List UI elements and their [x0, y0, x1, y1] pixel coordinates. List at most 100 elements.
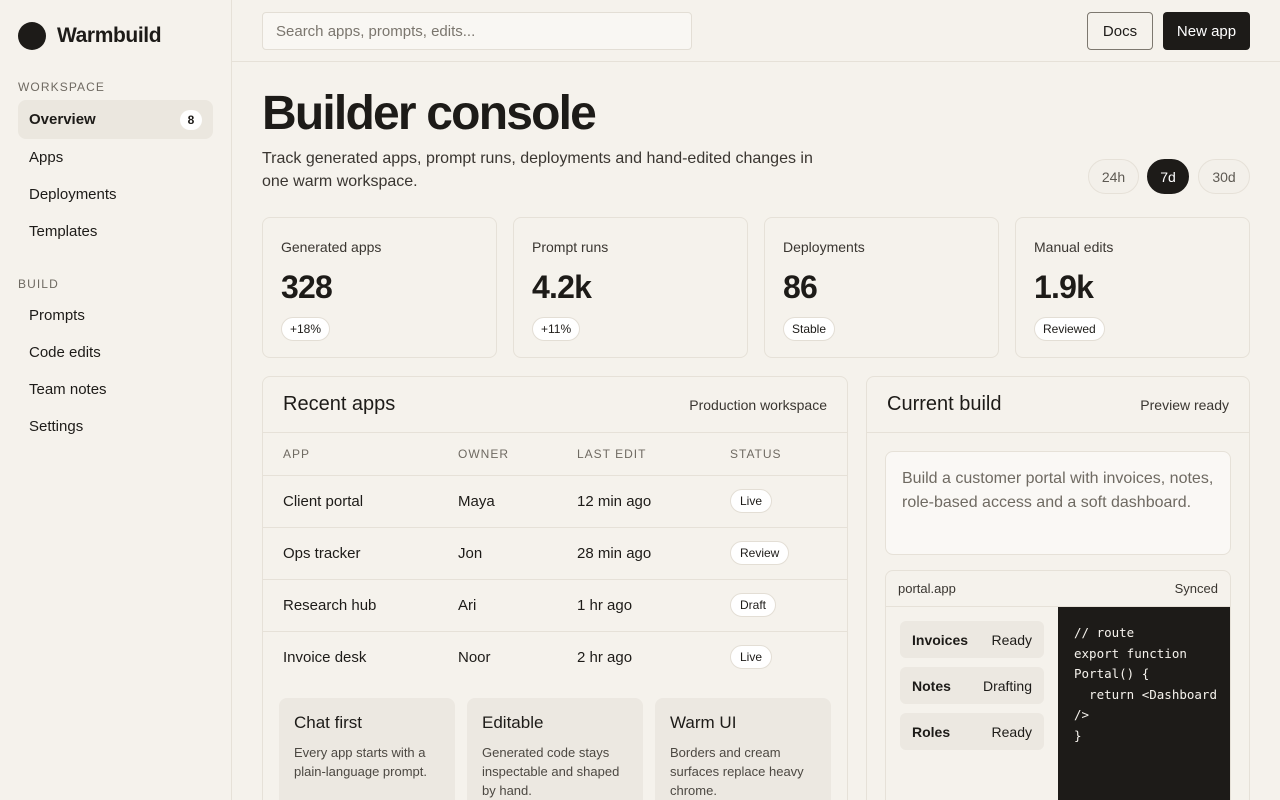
app-name-cell: Ops tracker	[263, 527, 458, 580]
app-preview: portal.app Synced Invoices Ready Notes D…	[885, 570, 1231, 800]
route-name: Invoices	[912, 631, 969, 648]
stat-badge: +18%	[281, 317, 331, 341]
page-title: Builder console	[262, 87, 597, 140]
sidebar-item-label: Apps	[29, 149, 64, 166]
last-edit-cell: 2 hr ago	[577, 648, 633, 666]
current-build-header: Current build Preview ready	[867, 377, 1249, 433]
column-header-app: App	[263, 433, 458, 476]
sidebar-item-team-notes[interactable]: Team notes	[18, 371, 213, 408]
feature-card-chat-first: Chat first Every app starts with a plain…	[279, 698, 455, 800]
column-header-status: Status	[730, 433, 847, 476]
range-7d-button[interactable]: 7d	[1147, 159, 1189, 194]
new-app-button[interactable]: New app	[1163, 12, 1250, 50]
status-badge: Review	[730, 541, 790, 565]
route-item-notes[interactable]: Notes Drafting	[900, 667, 1044, 704]
range-24h-button[interactable]: 24h	[1088, 159, 1139, 194]
sidebar-item-templates[interactable]: Templates	[18, 213, 213, 250]
app-name-cell: Research hub	[263, 579, 458, 632]
owner-cell: Ari	[458, 579, 577, 632]
stat-badge: +11%	[532, 317, 581, 341]
preview-header: portal.app Synced	[886, 571, 1230, 607]
sidebar-item-settings[interactable]: Settings	[18, 408, 213, 445]
sidebar-item-label: Settings	[29, 418, 84, 435]
stat-card-manual-edits: Manual edits 1.9k Reviewed	[1015, 217, 1250, 358]
column-header-last-edit: Last edit	[577, 433, 730, 476]
sidebar-item-overview[interactable]: Overview 8	[18, 100, 213, 139]
recent-apps-header: Recent apps Production workspace	[263, 377, 847, 433]
feature-card-editable: Editable Generated code stays inspectabl…	[467, 698, 643, 800]
app-name-cell: Client portal	[263, 475, 458, 528]
status-cell: Live	[730, 631, 847, 683]
sidebar-item-prompts[interactable]: Prompts	[18, 297, 213, 334]
stat-label: Prompt runs	[532, 239, 609, 255]
status-cell: Live	[730, 475, 847, 528]
stat-label: Deployments	[783, 239, 865, 255]
sidebar-item-label: Templates	[29, 223, 98, 240]
owner-cell: Noor	[458, 648, 491, 666]
feature-body: Generated code stays inspectable and sha…	[482, 745, 620, 798]
last-edit-cell: 28 min ago	[577, 527, 730, 580]
route-item-invoices[interactable]: Invoices Ready	[900, 621, 1044, 658]
status-cell: Review	[730, 527, 847, 580]
current-build-meta: Preview ready	[1140, 396, 1229, 413]
page-subtitle: Track generated apps, prompt runs, deplo…	[262, 150, 813, 190]
owner-cell: Maya	[458, 475, 577, 528]
column-header-owner: Owner	[458, 433, 577, 476]
route-status: Drafting	[982, 677, 1032, 694]
current-build-title: Current build	[887, 393, 1002, 415]
sidebar: Warmbuild Workspace Overview 8 Apps Depl…	[0, 0, 232, 800]
last-edit-cell: 1 hr ago	[577, 579, 730, 632]
sidebar-item-deployments[interactable]: Deployments	[18, 176, 213, 213]
build-prompt-text[interactable]: Build a customer portal with invoices, n…	[885, 451, 1231, 555]
app-name-cell: Invoice desk	[283, 648, 367, 666]
feature-title: Warm UI	[670, 713, 737, 732]
status-cell: Draft	[730, 579, 847, 632]
stat-value: 4.2k	[532, 269, 592, 305]
recent-apps-meta: Production workspace	[689, 396, 827, 413]
stat-value: 328	[281, 269, 333, 305]
stat-card-generated-apps: Generated apps 328 +18%	[262, 217, 497, 358]
stat-label: Manual edits	[1034, 239, 1114, 255]
code-preview: // route export function Portal() { retu…	[1058, 607, 1230, 800]
table-row[interactable]: Invoice desk Noor 2 hr ago Live	[263, 631, 847, 683]
sidebar-item-code-edits[interactable]: Code edits	[18, 334, 213, 371]
stat-value: 1.9k	[1034, 269, 1094, 305]
owner-cell: Jon	[458, 527, 577, 580]
last-edit-cell: 12 min ago	[577, 475, 730, 528]
search-input[interactable]	[262, 12, 692, 50]
sidebar-item-label: Code edits	[29, 344, 101, 361]
route-status: Ready	[991, 631, 1032, 648]
preview-sync-status: Synced	[1174, 581, 1218, 596]
route-name: Roles	[912, 723, 951, 740]
table-header-row: App Owner Last edit Status	[263, 433, 847, 476]
sidebar-item-label: Team notes	[29, 381, 107, 398]
recent-apps-title: Recent apps	[283, 393, 396, 415]
stat-badge: Reviewed	[1034, 317, 1105, 341]
feature-card-warm-ui: Warm UI Borders and cream surfaces repla…	[655, 698, 831, 800]
range-30d-button[interactable]: 30d	[1198, 159, 1250, 194]
table-row[interactable]: Client portal Maya 12 min ago Live	[263, 475, 847, 528]
status-badge: Live	[730, 645, 773, 670]
stat-badge: Stable	[783, 317, 836, 341]
workspace-nav: Overview 8 Apps Deployments Templates	[18, 100, 213, 250]
table-row[interactable]: Ops tracker Jon 28 min ago Review	[263, 527, 847, 580]
top-bar: Docs New app	[232, 0, 1280, 62]
status-badge: Draft	[730, 593, 777, 617]
table-row[interactable]: Research hub Ari 1 hr ago Draft	[263, 579, 847, 632]
sidebar-item-label: Prompts	[29, 307, 85, 324]
stat-value: 86	[783, 269, 818, 305]
route-item-roles[interactable]: Roles Ready	[900, 713, 1044, 750]
sidebar-item-label: Overview	[29, 111, 96, 128]
count-badge: 8	[180, 109, 202, 130]
stat-card-prompt-runs: Prompt runs 4.2k +11%	[513, 217, 748, 358]
route-status: Ready	[991, 723, 1032, 740]
sidebar-item-apps[interactable]: Apps	[18, 139, 213, 176]
feature-title: Editable	[482, 713, 544, 732]
section-label-workspace: Workspace	[18, 80, 106, 94]
preview-app-name: portal.app	[898, 581, 956, 596]
brand[interactable]: Warmbuild	[18, 0, 213, 72]
status-badge: Live	[730, 489, 773, 513]
docs-button[interactable]: Docs	[1087, 12, 1153, 50]
section-label-build: Build	[18, 277, 59, 291]
stat-card-deployments: Deployments 86 Stable	[764, 217, 999, 358]
